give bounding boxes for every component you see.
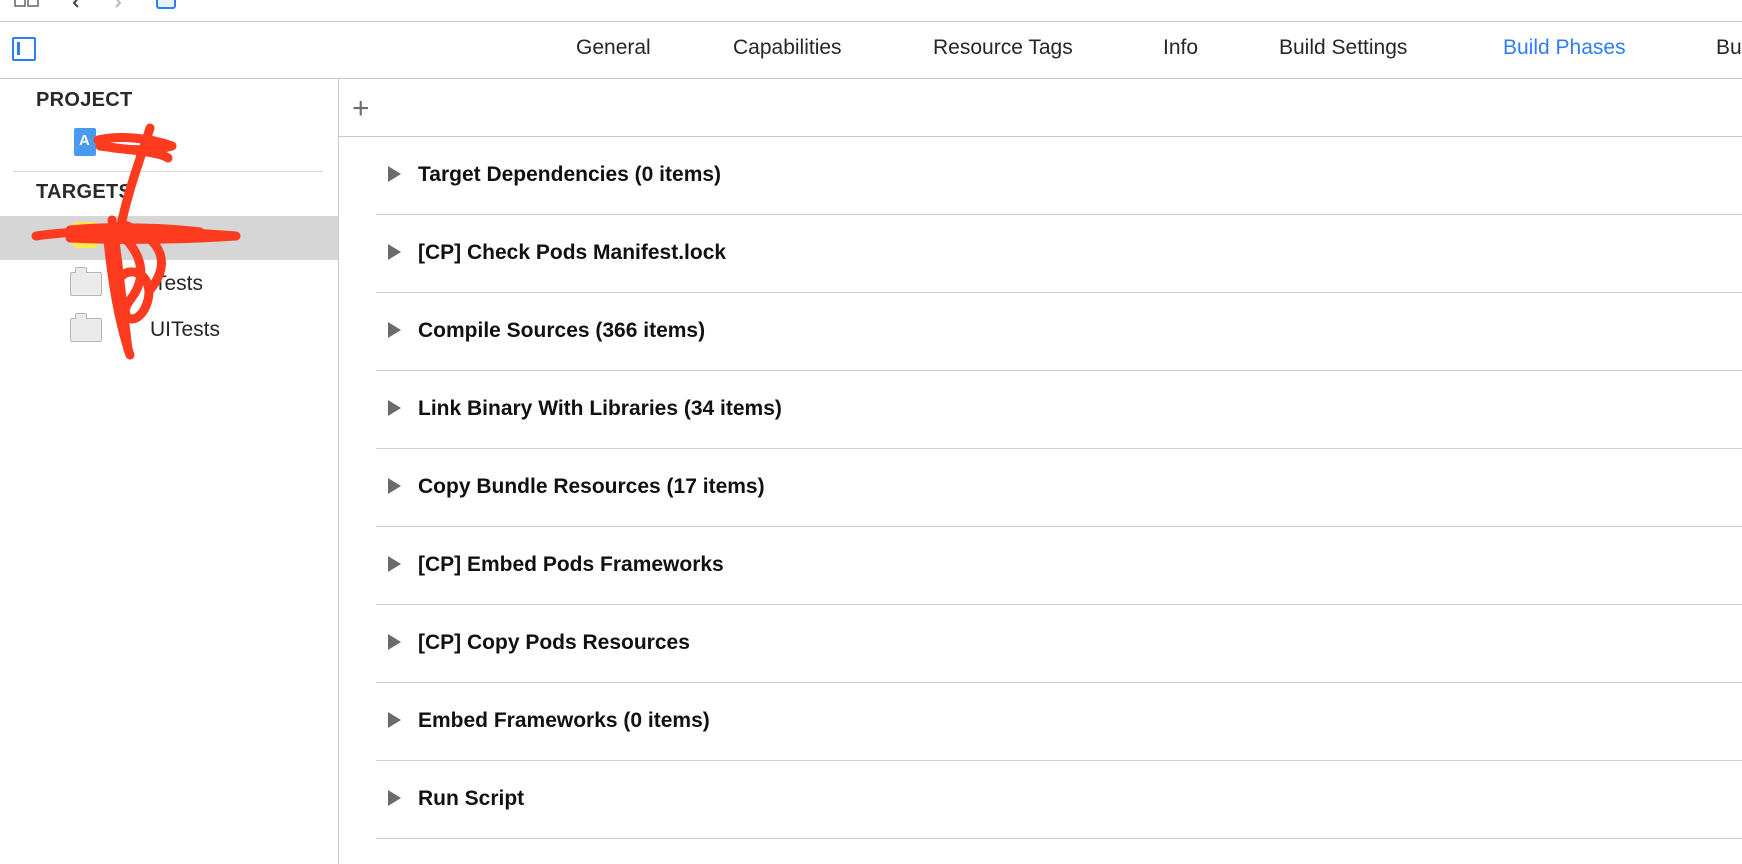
disclosure-triangle-icon[interactable]: [388, 712, 401, 728]
phase-label: [CP] Check Pods Manifest.lock: [418, 241, 727, 264]
phase-row[interactable]: Target Dependencies (0 items): [376, 137, 1742, 215]
ui-test-bundle-icon: [70, 313, 102, 342]
tab-info[interactable]: Info: [1163, 36, 1198, 60]
phase-label: Copy Bundle Resources (17 items): [418, 475, 765, 498]
phase-row[interactable]: Link Binary With Libraries (34 items): [376, 371, 1742, 449]
selected-app-target-row[interactable]: [0, 216, 338, 260]
tab-build-rules[interactable]: Bu: [1716, 36, 1742, 60]
add-phase-bar: +: [339, 79, 1742, 137]
section-divider: [13, 171, 323, 172]
targets-section-header: TARGETS: [36, 181, 133, 203]
target-label-uitests: UITests: [150, 318, 221, 341]
window-toolbar: [0, 0, 1742, 22]
tab-general[interactable]: General: [576, 36, 651, 60]
project-target-list: PROJECT TARGETS Tests UITests: [0, 79, 339, 864]
disclosure-triangle-icon[interactable]: [388, 634, 401, 650]
phase-row[interactable]: Run Script: [376, 761, 1742, 839]
tab-build-settings[interactable]: Build Settings: [1279, 36, 1407, 60]
phase-row[interactable]: Compile Sources (366 items): [376, 293, 1742, 371]
build-phases-editor: + Target Dependencies (0 items) [CP] Che…: [339, 79, 1742, 864]
disclosure-triangle-icon[interactable]: [388, 478, 401, 494]
sidebar-toggle-icon[interactable]: [12, 37, 36, 61]
phase-row[interactable]: [CP] Check Pods Manifest.lock: [376, 215, 1742, 293]
app-target-icon: [72, 222, 98, 248]
back-icon[interactable]: [70, 0, 84, 8]
grid-icon[interactable]: [14, 0, 40, 8]
disclosure-triangle-icon[interactable]: [388, 556, 401, 572]
disclosure-triangle-icon[interactable]: [388, 790, 401, 806]
phase-label: Link Binary With Libraries (34 items): [418, 397, 782, 420]
test-bundle-icon: [70, 267, 102, 296]
phase-label: Run Script: [418, 787, 525, 810]
phase-row[interactable]: [CP] Embed Pods Frameworks: [376, 527, 1742, 605]
phase-label: [CP] Copy Pods Resources: [418, 631, 690, 654]
tab-build-phases[interactable]: Build Phases: [1503, 36, 1626, 60]
phase-row[interactable]: Copy Bundle Resources (17 items): [376, 449, 1742, 527]
file-icon[interactable]: [156, 0, 178, 10]
disclosure-triangle-icon[interactable]: [388, 322, 401, 338]
phase-label: Embed Frameworks (0 items): [418, 709, 710, 732]
project-file-icon[interactable]: [74, 128, 96, 156]
phase-label: Compile Sources (366 items): [418, 319, 706, 342]
project-section-header: PROJECT: [36, 89, 133, 111]
phase-label: Target Dependencies (0 items): [418, 163, 722, 186]
tab-capabilities[interactable]: Capabilities: [733, 36, 842, 60]
editor-tab-bar: General Capabilities Resource Tags Info …: [0, 22, 1742, 79]
target-label-tests: Tests: [154, 272, 204, 295]
phase-row[interactable]: Embed Frameworks (0 items): [376, 683, 1742, 761]
disclosure-triangle-icon[interactable]: [388, 166, 401, 182]
phase-row[interactable]: [CP] Copy Pods Resources: [376, 605, 1742, 683]
tab-resource-tags[interactable]: Resource Tags: [933, 36, 1073, 60]
disclosure-triangle-icon[interactable]: [388, 244, 401, 260]
disclosure-triangle-icon[interactable]: [388, 400, 401, 416]
add-build-phase-button[interactable]: +: [352, 94, 370, 124]
phase-label: [CP] Embed Pods Frameworks: [418, 553, 724, 576]
forward-icon[interactable]: [110, 0, 124, 8]
